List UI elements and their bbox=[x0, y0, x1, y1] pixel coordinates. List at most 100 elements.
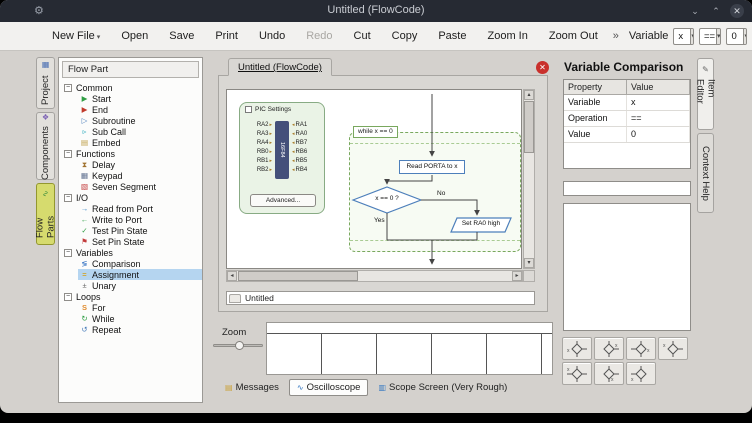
tab-scope-screen-label: Scope Screen (Very Rough) bbox=[389, 382, 507, 393]
zoom-slider[interactable] bbox=[213, 341, 263, 349]
vertical-scrollbar[interactable]: ▴ ▾ bbox=[523, 89, 535, 269]
tree-item-subroutine[interactable]: ▷Subroutine bbox=[59, 115, 202, 126]
tab-context-help[interactable]: Context Help bbox=[697, 133, 714, 213]
comparison-template-button[interactable]: x bbox=[594, 337, 624, 360]
value-select[interactable]: 0 ▾ bbox=[726, 28, 747, 45]
value-cell[interactable]: x bbox=[627, 95, 690, 110]
zoom-slider-thumb[interactable] bbox=[235, 341, 244, 350]
close-icon[interactable]: ✕ bbox=[730, 4, 744, 18]
tab-components[interactable]: Components ❖ bbox=[36, 112, 55, 180]
scroll-right-icon[interactable]: ▸ bbox=[512, 271, 522, 281]
tree-item-seven-segment[interactable]: ▧Seven Segment bbox=[59, 181, 202, 192]
new-file-button[interactable]: New File▾ bbox=[46, 27, 106, 45]
horizontal-scroll-thumb[interactable] bbox=[238, 271, 358, 281]
tree-item-comparison[interactable]: ≶Comparison bbox=[59, 258, 202, 269]
collapse-icon[interactable]: − bbox=[64, 249, 72, 257]
collapse-icon[interactable]: − bbox=[64, 194, 72, 202]
maximize-icon[interactable]: ⌃ bbox=[709, 4, 723, 18]
left-tabstrip: Project ▦ Components ❖ Flow Parts ∿ bbox=[36, 57, 56, 248]
undo-button[interactable]: Undo bbox=[253, 27, 291, 45]
tree-section-variables[interactable]: −Variables bbox=[59, 247, 202, 258]
zoom-in-button[interactable]: Zoom In bbox=[481, 27, 533, 45]
tree-item-end[interactable]: ▶End bbox=[59, 104, 202, 115]
svg-text:x: x bbox=[647, 348, 650, 354]
flowchart-canvas[interactable]: PIC Settings RA2▸ RA3▸ RA4▸ RB0▸ RB1▸ RB… bbox=[226, 89, 522, 269]
tree-item-test-pin-state[interactable]: ✓Test Pin State bbox=[59, 225, 202, 236]
chevron-down-icon[interactable]: ▾ bbox=[690, 29, 694, 44]
panel-header: Flow Part bbox=[62, 61, 199, 78]
property-value-input[interactable] bbox=[563, 181, 691, 196]
document-tab[interactable]: Untitled (FlowCode) bbox=[228, 58, 332, 76]
redo-button[interactable]: Redo bbox=[300, 27, 338, 45]
zoom-out-button[interactable]: Zoom Out bbox=[543, 27, 604, 45]
chevron-down-icon[interactable]: ▾ bbox=[716, 29, 721, 44]
tab-flow-parts[interactable]: Flow Parts ∿ bbox=[36, 183, 55, 245]
scroll-up-icon[interactable]: ▴ bbox=[524, 90, 534, 100]
value-cell[interactable]: 0 bbox=[627, 127, 690, 142]
scroll-down-icon[interactable]: ▾ bbox=[524, 258, 534, 268]
tree-item-read-from-port[interactable]: →Read from Port bbox=[59, 203, 202, 214]
open-button[interactable]: Open bbox=[115, 27, 154, 45]
tree-item-write-to-port[interactable]: ←Write to Port bbox=[59, 214, 202, 225]
project-icon: ▦ bbox=[41, 61, 50, 70]
while-loop-label[interactable]: while x == 0 bbox=[353, 126, 398, 138]
tree-item-set-pin-state[interactable]: ⚑Set Pin State bbox=[59, 236, 202, 247]
variable-select[interactable]: x ▾ bbox=[673, 28, 694, 45]
comparison-template-button[interactable]: x bbox=[562, 362, 592, 385]
tab-messages[interactable]: ▤ Messages bbox=[218, 380, 286, 395]
cut-button[interactable]: Cut bbox=[348, 27, 377, 45]
test-pin-icon: ✓ bbox=[80, 226, 89, 235]
collapse-icon[interactable]: − bbox=[64, 150, 72, 158]
tree-section-io[interactable]: −I/O bbox=[59, 192, 202, 203]
operator-select[interactable]: == ▾ bbox=[699, 28, 722, 45]
tab-oscilloscope[interactable]: ∿ Oscilloscope bbox=[289, 379, 369, 396]
tree-item-while[interactable]: ↻While bbox=[59, 313, 202, 324]
save-button[interactable]: Save bbox=[163, 27, 200, 45]
read-porta-block[interactable]: Read PORTA to x bbox=[399, 160, 465, 174]
tree-item-sub-call[interactable]: ▹Sub Call bbox=[59, 126, 202, 137]
set-ra0-block-label[interactable]: Set RA0 high bbox=[453, 220, 509, 227]
zoom-label: Zoom bbox=[222, 327, 246, 338]
tree-item-delay[interactable]: ⧗Delay bbox=[59, 159, 202, 170]
collapse-icon[interactable]: − bbox=[64, 293, 72, 301]
tree-item-unary[interactable]: ±Unary bbox=[59, 280, 202, 291]
comparison-template-button[interactable]: x bbox=[626, 362, 656, 385]
paste-button[interactable]: Paste bbox=[432, 27, 472, 45]
tree-section-common[interactable]: −Common bbox=[59, 82, 202, 93]
comparison-template-button[interactable]: x bbox=[626, 337, 656, 360]
collapse-icon[interactable]: − bbox=[64, 84, 72, 92]
decision-block-label[interactable]: x == 0 ? bbox=[355, 195, 419, 202]
tree-section-label: Loops bbox=[76, 292, 101, 302]
macro-tab-bar[interactable]: Untitled bbox=[226, 291, 535, 305]
svg-text:x: x bbox=[567, 348, 570, 354]
tree-item-assignment[interactable]: =Assignment bbox=[59, 269, 202, 280]
toolbar-overflow-icon[interactable]: » bbox=[613, 30, 619, 42]
tree-section-label: I/O bbox=[76, 193, 88, 203]
tab-scope-screen[interactable]: ▥ Scope Screen (Very Rough) bbox=[371, 380, 514, 395]
tab-item-editor[interactable]: ✎ Item Editor bbox=[697, 58, 714, 130]
vertical-scroll-thumb[interactable] bbox=[524, 101, 534, 153]
scope-baseline bbox=[267, 333, 552, 334]
tree-item-embed[interactable]: ▤Embed bbox=[59, 137, 202, 148]
scroll-left-icon[interactable]: ◂ bbox=[227, 271, 237, 281]
tree-item-label: Seven Segment bbox=[92, 182, 156, 192]
horizontal-scrollbar[interactable]: ◂ ▸ bbox=[226, 270, 523, 282]
tree-item-repeat[interactable]: ↺Repeat bbox=[59, 324, 202, 335]
tree-section-loops[interactable]: −Loops bbox=[59, 291, 202, 302]
document-close-icon[interactable]: ✕ bbox=[536, 61, 549, 74]
comparison-template-button[interactable]: x bbox=[658, 337, 688, 360]
comparison-template-button[interactable]: x bbox=[594, 362, 624, 385]
item-editor-listbox[interactable] bbox=[563, 203, 691, 331]
tree-section-functions[interactable]: −Functions bbox=[59, 148, 202, 159]
copy-button[interactable]: Copy bbox=[386, 27, 424, 45]
value-cell[interactable]: == bbox=[627, 111, 690, 126]
tree-item-start[interactable]: ▶Start bbox=[59, 93, 202, 104]
minimize-icon[interactable]: ⌄ bbox=[688, 4, 702, 18]
tree-item-for[interactable]: SFor bbox=[59, 302, 202, 313]
print-button[interactable]: Print bbox=[209, 27, 244, 45]
keypad-icon: ▦ bbox=[80, 171, 89, 180]
tree-item-keypad[interactable]: ▦Keypad bbox=[59, 170, 202, 181]
chevron-down-icon[interactable]: ▾ bbox=[743, 29, 747, 44]
tab-project[interactable]: Project ▦ bbox=[36, 57, 55, 109]
comparison-template-button[interactable]: x bbox=[562, 337, 592, 360]
